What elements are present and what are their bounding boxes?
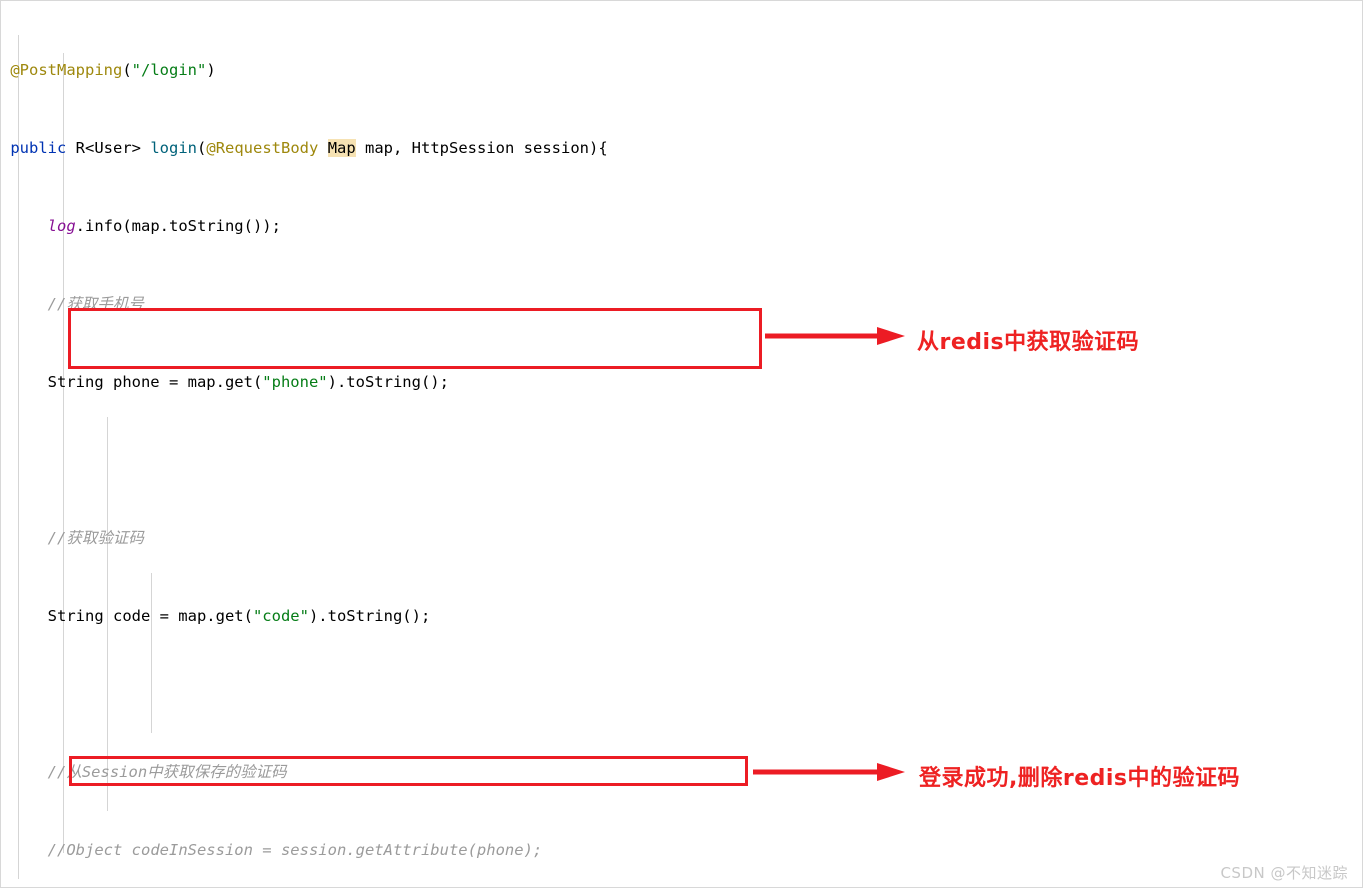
annotation-postmapping: @PostMapping: [10, 61, 123, 79]
highlight-map-type: Map: [327, 139, 356, 157]
code-line[interactable]: //获取验证码: [1, 525, 1363, 551]
code-line[interactable]: [1, 681, 1363, 707]
code-line[interactable]: //获取手机号: [1, 291, 1363, 317]
code-line[interactable]: String code = map.get("code").toString()…: [1, 603, 1363, 629]
string-login-path: "/login": [131, 61, 207, 79]
comment-get-code: //获取验证码: [47, 529, 144, 547]
csdn-watermark: CSDN @不知迷踪: [1220, 864, 1348, 882]
code-line[interactable]: public R<User> login(@RequestBody Map ma…: [1, 135, 1363, 161]
code-line[interactable]: @PostMapping("/login"): [1, 57, 1363, 83]
code-editor[interactable]: @PostMapping("/login") public R<User> lo…: [0, 0, 1363, 888]
arrow-right-icon: [765, 327, 905, 345]
comment-get-phone: //获取手机号: [47, 295, 144, 313]
code-content[interactable]: @PostMapping("/login") public R<User> lo…: [1, 1, 1363, 888]
callout-text-redis-get: 从redis中获取验证码: [917, 330, 1140, 355]
annotation-requestbody: @RequestBody: [206, 139, 319, 157]
code-line[interactable]: log.info(map.toString());: [1, 213, 1363, 239]
callout-arrow-redis-delete: [753, 760, 905, 784]
code-line[interactable]: String phone = map.get("phone").toString…: [1, 369, 1363, 395]
screenshot-root: @PostMapping("/login") public R<User> lo…: [0, 0, 1363, 888]
arrow-right-icon: [753, 763, 905, 781]
callout-text-redis-delete: 登录成功,删除redis中的验证码: [919, 766, 1241, 791]
field-log: log: [47, 217, 76, 235]
comment-session-code: //从Session中获取保存的验证码: [47, 763, 287, 781]
code-line[interactable]: [1, 447, 1363, 473]
callout-arrow-redis-get: [765, 324, 905, 348]
code-line[interactable]: //Object codeInSession = session.getAttr…: [1, 837, 1363, 863]
comment-commented-session-get: //Object codeInSession = session.getAttr…: [47, 841, 543, 859]
